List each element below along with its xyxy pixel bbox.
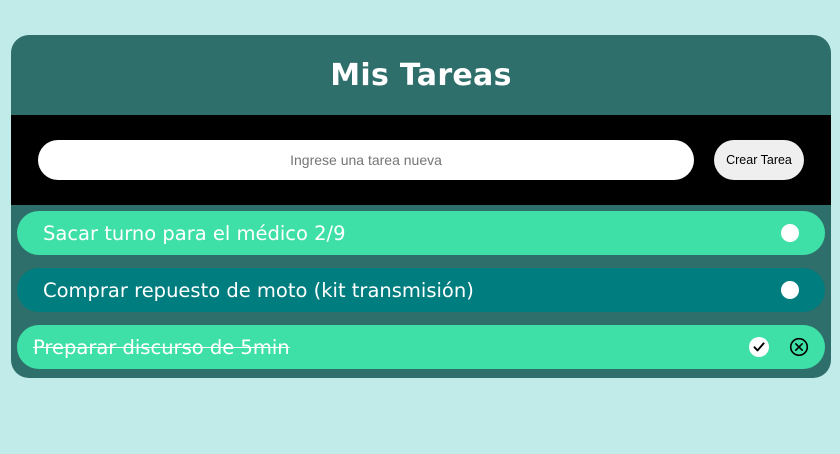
new-task-input[interactable] [38, 140, 694, 180]
task-text: Preparar discurso de 5min [33, 335, 290, 359]
close-circle-icon[interactable] [789, 337, 809, 357]
app-header: Mis Tareas [11, 35, 831, 115]
task-list: Sacar turno para el médico 2/9 Comprar r… [17, 211, 825, 378]
task-item[interactable]: Sacar turno para el médico 2/9 [17, 211, 825, 255]
page-title: Mis Tareas [330, 57, 512, 93]
task-text: Sacar turno para el médico 2/9 [43, 221, 346, 245]
task-item-completed[interactable]: Preparar discurso de 5min [17, 325, 825, 369]
radio-circle-icon[interactable] [781, 281, 799, 299]
new-task-form: Crear Tarea [11, 115, 831, 205]
task-item[interactable]: Comprar repuesto de moto (kit transmisió… [17, 268, 825, 312]
create-task-button[interactable]: Crear Tarea [714, 140, 804, 180]
radio-circle-icon[interactable] [781, 224, 799, 242]
task-text: Comprar repuesto de moto (kit transmisió… [43, 278, 474, 302]
todo-app: Mis Tareas Crear Tarea Sacar turno para … [11, 35, 831, 378]
check-circle-icon[interactable] [749, 337, 769, 357]
